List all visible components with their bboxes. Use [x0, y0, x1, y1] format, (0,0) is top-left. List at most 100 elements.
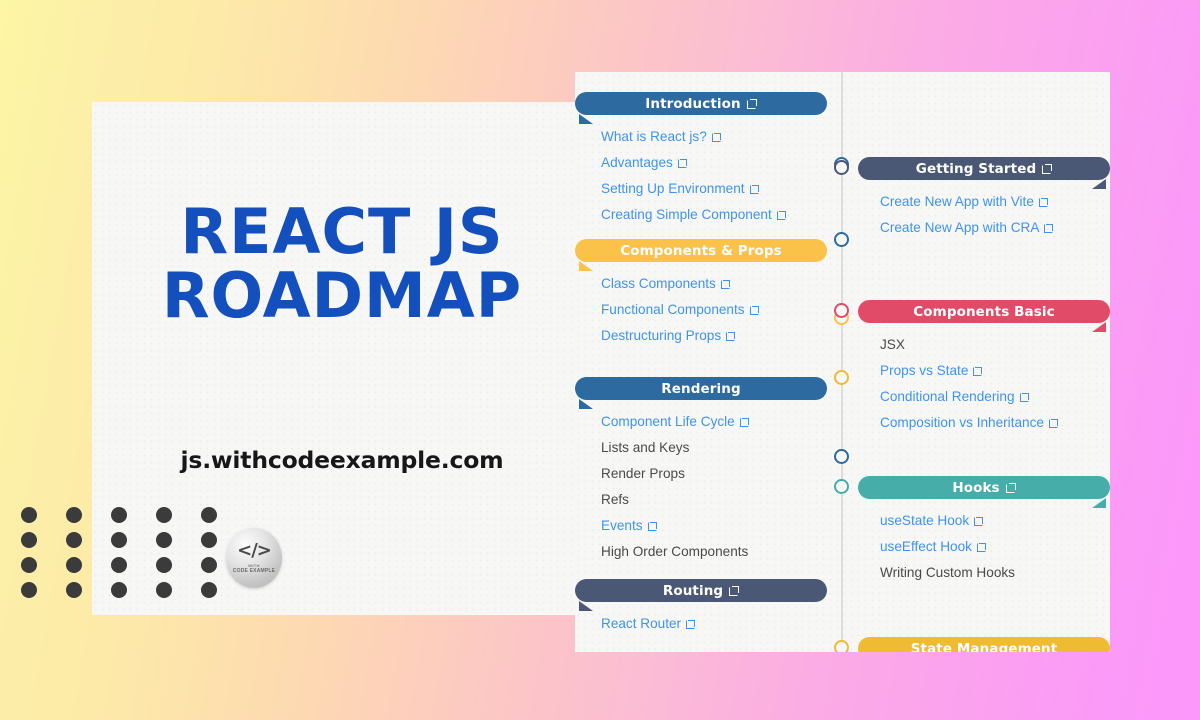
code-brackets-icon: </> [237, 540, 272, 561]
title-line-1: REACT JS [180, 195, 504, 268]
roadmap-link-item[interactable]: Create New App with Vite [880, 189, 1110, 215]
timeline-node [834, 303, 849, 318]
external-link-icon [1019, 392, 1029, 402]
roadmap-link-item[interactable]: Class Components [601, 271, 827, 297]
external-link-icon [647, 521, 657, 531]
dot [201, 557, 217, 573]
roadmap-link-item[interactable]: What is React js? [601, 124, 827, 150]
external-link-icon [1042, 163, 1053, 174]
section-item-list: React Router [575, 611, 827, 637]
roadmap-section: Hooks useState Hook useEffect Hook Writing … [858, 476, 1110, 586]
item-label: Events [601, 518, 643, 533]
roadmap-section: Components Basic JSX Props vs State Conditi… [858, 300, 1110, 436]
dot [201, 582, 217, 598]
roadmap-link-item[interactable]: Creating Simple Component [601, 202, 827, 228]
dot [21, 582, 37, 598]
dot [21, 557, 37, 573]
external-link-icon [974, 516, 984, 526]
section-header[interactable]: Introduction [575, 92, 827, 124]
item-label: Conditional Rendering [880, 389, 1015, 404]
section-header[interactable]: Hooks [858, 476, 1110, 508]
roadmap-link-item[interactable]: Events [601, 513, 827, 539]
section-header[interactable]: Components & Props [575, 239, 827, 271]
roadmap-text-item: Writing Custom Hooks [880, 560, 1110, 586]
external-link-icon [746, 98, 757, 109]
roadmap-section: Routing React Router [575, 579, 827, 637]
item-label: Class Components [601, 276, 716, 291]
external-link-icon [1005, 482, 1016, 493]
section-item-list: What is React js? Advantages Setting Up En… [575, 124, 827, 228]
section-title: Introduction [645, 95, 741, 112]
item-label: Render Props [601, 466, 685, 481]
item-label: What is React js? [601, 129, 707, 144]
external-link-icon [720, 279, 730, 289]
roadmap-link-item[interactable]: useEffect Hook [880, 534, 1110, 560]
page-title: REACT JS ROADMAP [92, 200, 592, 328]
roadmap-link-item[interactable]: Component Life Cycle [601, 409, 827, 435]
timeline-node [834, 479, 849, 494]
section-header[interactable]: State Management [858, 637, 1110, 652]
dot [111, 557, 127, 573]
timeline-node [834, 160, 849, 175]
roadmap-link-item[interactable]: Advantages [601, 150, 827, 176]
roadmap-section: Introduction What is React js? Advantages S… [575, 92, 827, 228]
roadmap-link-item[interactable]: Setting Up Environment [601, 176, 827, 202]
roadmap-text-item: Render Props [601, 461, 827, 487]
external-link-icon [711, 132, 721, 142]
item-label: High Order Components [601, 544, 749, 559]
dot [21, 507, 37, 523]
external-link-icon [1048, 418, 1058, 428]
dot [156, 582, 172, 598]
section-title: Getting Started [915, 160, 1037, 177]
roadmap-link-item[interactable]: useState Hook [880, 508, 1110, 534]
timeline-node [834, 640, 849, 652]
item-label: Props vs State [880, 363, 969, 378]
section-header[interactable]: Rendering [575, 377, 827, 409]
external-link-icon [1044, 223, 1054, 233]
section-header[interactable]: Routing [575, 579, 827, 611]
timeline-node [834, 232, 849, 247]
dot [66, 532, 82, 548]
dot [156, 507, 172, 523]
roadmap-link-item[interactable]: Create New App with CRA [880, 215, 1110, 241]
roadmap-link-item[interactable]: Destructuring Props [601, 323, 827, 349]
section-header[interactable]: Components Basic [858, 300, 1110, 332]
item-label: useEffect Hook [880, 539, 972, 554]
external-link-icon [749, 305, 759, 315]
roadmap-section: Components & Props Class Components Functi… [575, 239, 827, 349]
roadmap-link-item[interactable]: React Router [601, 611, 827, 637]
dot [201, 532, 217, 548]
dot [21, 532, 37, 548]
external-link-icon [1038, 197, 1048, 207]
roadmap-text-item: JSX [880, 332, 1110, 358]
section-title: Components & Props [620, 242, 782, 259]
external-link-icon [677, 158, 687, 168]
external-link-icon [726, 331, 736, 341]
section-item-list: Class Components Functional Components Des… [575, 271, 827, 349]
roadmap-link-item[interactable]: Conditional Rendering [880, 384, 1110, 410]
roadmap-text-item: Lists and Keys [601, 435, 827, 461]
dot [66, 557, 82, 573]
external-link-icon [776, 210, 786, 220]
timeline-node [834, 449, 849, 464]
roadmap-link-item[interactable]: Functional Components [601, 297, 827, 323]
section-title: Hooks [952, 479, 1000, 496]
item-label: Destructuring Props [601, 328, 722, 343]
roadmap-link-item[interactable]: Composition vs Inheritance [880, 410, 1110, 436]
site-url: js.withcodeexample.com [180, 446, 504, 474]
item-label: Create New App with CRA [880, 220, 1040, 235]
section-header[interactable]: Getting Started [858, 157, 1110, 189]
roadmap-text-item: Refs [601, 487, 827, 513]
external-link-icon [976, 542, 986, 552]
dot [66, 582, 82, 598]
roadmap-link-item[interactable]: Props vs State [880, 358, 1110, 384]
external-link-icon [739, 417, 749, 427]
section-item-list: Component Life Cycle Lists and Keys Render… [575, 409, 827, 565]
dot [111, 507, 127, 523]
item-label: Component Life Cycle [601, 414, 735, 429]
external-link-icon [729, 585, 740, 596]
external-link-icon [973, 366, 983, 376]
item-label: Writing Custom Hooks [880, 565, 1015, 580]
item-label: Create New App with Vite [880, 194, 1034, 209]
external-link-icon [686, 619, 696, 629]
